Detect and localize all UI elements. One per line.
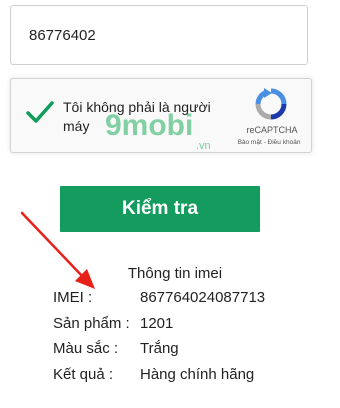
- status-value: Hàng chính hãng: [140, 366, 255, 383]
- product-value: 1201: [140, 315, 174, 332]
- result-title: Thông tin imei: [127, 265, 223, 282]
- watermark-main: 9mobi: [105, 109, 193, 142]
- recaptcha-terms[interactable]: Bảo mật - Điều khoản: [225, 139, 313, 146]
- checkmark-icon[interactable]: [25, 99, 55, 125]
- imei-input[interactable]: [10, 5, 308, 65]
- status-label: Kết quả :: [53, 366, 114, 383]
- check-button[interactable]: Kiểm tra: [60, 186, 260, 232]
- recaptcha-brand: reCAPTCHA: [246, 125, 298, 135]
- watermark-sub: .vn: [196, 140, 211, 152]
- recaptcha-logo-icon: [255, 88, 287, 120]
- product-label: Sản phẩm :: [53, 315, 130, 332]
- color-label: Màu sắc :: [53, 340, 119, 357]
- color-value: Trắng: [140, 340, 179, 357]
- recaptcha-widget: Tôi không phải là người máy 9mobi .vn re…: [10, 78, 312, 153]
- imei-value: 867764024087713: [140, 289, 266, 306]
- imei-label: IMEI :: [53, 289, 93, 306]
- watermark-logo: 9mobi .vn: [105, 109, 211, 152]
